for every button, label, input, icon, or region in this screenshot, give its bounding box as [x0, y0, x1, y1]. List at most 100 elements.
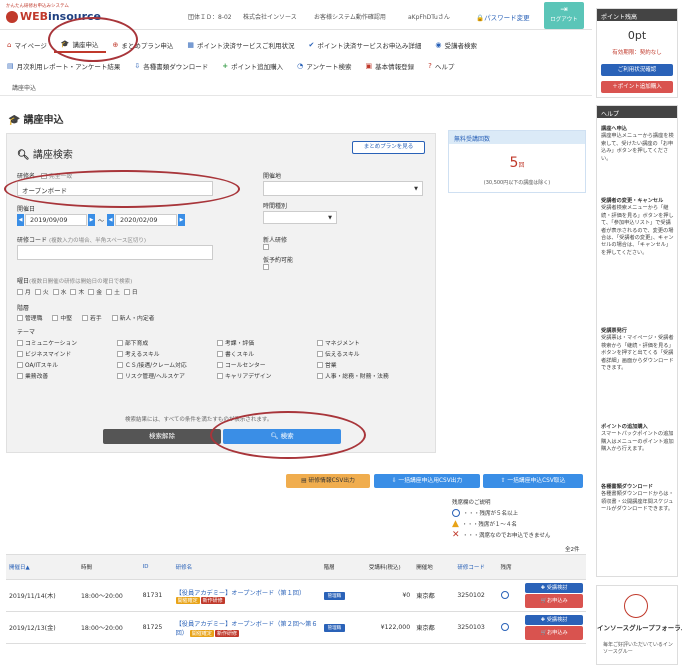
- date-range: ◀ 2019/09/09 ▶ ～ ◀ 2020/02/09 ▶: [17, 214, 186, 226]
- col-venue: 開催地: [413, 554, 455, 580]
- theme-checkbox[interactable]: 書くスキル: [217, 348, 317, 359]
- forum-banner[interactable]: インソースグループフォーラム 毎年ご好評いただいているインソースグルー: [596, 585, 682, 665]
- row-venue[interactable]: 東京都: [413, 579, 455, 612]
- new-training-checkbox[interactable]: [263, 244, 269, 250]
- level-checkbox[interactable]: 新人・内定者: [111, 313, 154, 322]
- time-type-label: 時間種別: [263, 203, 288, 210]
- weekday-checkbox[interactable]: 土: [106, 287, 120, 296]
- weekday-checkbox[interactable]: 火: [34, 287, 49, 296]
- table-icon: ▦: [187, 40, 195, 49]
- nav-attendee-search[interactable]: ◉ 受講者検索: [428, 36, 484, 53]
- venue-select[interactable]: ▼: [263, 181, 423, 196]
- col-code[interactable]: 研修コード: [454, 554, 498, 580]
- nav-basic-info[interactable]: ▣ 基本情報登録: [358, 57, 421, 74]
- theme-checkbox[interactable]: リスク管理/ヘルスケア: [117, 370, 217, 381]
- graduation-cap-icon: 🎓: [8, 115, 21, 126]
- time-type-select[interactable]: ▼: [263, 211, 337, 224]
- course-info-csv-button[interactable]: ▤ 研修情報CSV出力: [286, 474, 370, 488]
- password-change-link[interactable]: 🔒パスワード変更: [476, 12, 530, 22]
- course-name-input[interactable]: オープンボード: [17, 181, 213, 196]
- date-from-input[interactable]: 2019/09/09: [25, 214, 87, 226]
- theme-checkbox[interactable]: コールセンター: [217, 359, 317, 370]
- apply-button[interactable]: 🛒お申込み: [525, 626, 583, 640]
- date-from-prev-button[interactable]: ◀: [17, 214, 24, 226]
- confirmed-badge: 開催確定: [175, 596, 200, 604]
- theme-checkbox[interactable]: ビジネスマインド: [17, 348, 117, 359]
- row-time: 18:00～20:00: [77, 579, 140, 612]
- home-icon: ⌂: [7, 40, 12, 49]
- exact-match-checkbox[interactable]: 完全一致: [41, 171, 72, 180]
- divider: [0, 95, 592, 96]
- theme-checkbox[interactable]: 考えるスキル: [117, 348, 217, 359]
- forum-description: 毎年ご好評いただいているインソースグルー: [603, 642, 673, 655]
- theme-checkbox[interactable]: マネジメント: [317, 337, 417, 348]
- date-to-prev-button[interactable]: ◀: [107, 214, 115, 226]
- weekday-checkbox[interactable]: 水: [52, 287, 66, 296]
- weekday-checkbox[interactable]: 日: [123, 287, 138, 296]
- user-name: aKpFhDTuさん: [408, 14, 450, 21]
- date-from-next-button[interactable]: ▶: [88, 214, 95, 226]
- nav-point-purchase[interactable]: + ポイント追加購入: [215, 57, 290, 74]
- theme-checkbox[interactable]: 業務改善: [17, 370, 117, 381]
- row-id: 81731: [139, 579, 173, 612]
- theme-checkbox[interactable]: OA/ITスキル: [17, 359, 117, 370]
- logo[interactable]: WEBinsource: [20, 10, 101, 23]
- date-to-input[interactable]: 2020/02/09: [115, 214, 178, 226]
- weekday-checkbox[interactable]: 月: [17, 287, 31, 296]
- bulk-apply-csv-export-button[interactable]: ⇩ 一括講座申込用CSV出力: [374, 474, 480, 488]
- row-date: 2019/12/13(金): [6, 611, 78, 644]
- weekday-checkbox[interactable]: 木: [70, 287, 84, 296]
- level-checkbox[interactable]: 若手: [82, 313, 102, 322]
- review-button[interactable]: ✚ 受講検討: [525, 615, 583, 625]
- nav-plan-apply[interactable]: ⊕ まとめプラン申込: [106, 36, 181, 53]
- legend-row-full: ✕ ・・・満席なのでお申込できません: [452, 529, 551, 540]
- nav-document-download[interactable]: ⇩ 各種書類ダウンロード: [127, 57, 215, 74]
- logout-button[interactable]: ⇥ ログアウト: [544, 2, 584, 29]
- date-to-next-button[interactable]: ▶: [178, 214, 186, 226]
- search-result-note: 検索結果には、すべての条件を満たすものが表示されます。: [125, 417, 273, 423]
- usage-status-button[interactable]: ご利用状況確認: [601, 64, 673, 76]
- points-title: ポイント残高: [597, 9, 677, 21]
- theme-checkbox[interactable]: 考課・評価: [217, 337, 317, 348]
- apply-button[interactable]: 🛒お申込み: [525, 594, 583, 608]
- nav-help[interactable]: ? ヘルプ: [421, 57, 461, 74]
- search-button[interactable]: 🔍︎ 検索: [223, 429, 341, 444]
- theme-checkbox[interactable]: キャリアデザイン: [217, 370, 317, 381]
- nav-monthly-report[interactable]: ▤ 月次利用レポート・アンケート結果: [0, 57, 127, 74]
- row-venue[interactable]: 東京都: [413, 611, 455, 644]
- theme-checkbox[interactable]: 伝えるスキル: [317, 348, 417, 359]
- nav-course-apply[interactable]: 🎓 講座申込: [53, 36, 106, 53]
- level-checkbox[interactable]: 管理職: [17, 313, 42, 322]
- bulk-apply-csv-import-button[interactable]: ⇧ 一括講座申込CSV取込: [483, 474, 583, 488]
- level-label: 階層: [17, 305, 30, 312]
- course-name-link[interactable]: 【役員アカデミー】オープンボード（第１回）: [176, 590, 306, 597]
- col-id[interactable]: ID: [139, 554, 173, 580]
- col-actions: [522, 554, 586, 580]
- nav-point-status[interactable]: ▦ ポイント決済サービスご利用状況: [180, 36, 301, 53]
- course-search-panel: 🔍︎ 講座検索 まとめプランを見る 研修名 完全一致 オープンボード 開催地 ▼…: [6, 133, 436, 453]
- free-attendance-count: 5回: [509, 155, 525, 171]
- theme-checkbox[interactable]: 人事・総務・財務・法務: [317, 370, 417, 381]
- col-course-name[interactable]: 研修名: [172, 554, 321, 580]
- row-actions: ✚ 受講検討 🛒お申込み: [522, 579, 586, 612]
- tentative-checkbox[interactable]: [263, 264, 269, 270]
- nav-survey-search[interactable]: ◔ アンケート検索: [290, 57, 358, 74]
- course-code-input[interactable]: [17, 245, 213, 260]
- col-date[interactable]: 開催日▲: [6, 554, 78, 580]
- level-checkbox[interactable]: 中堅: [52, 313, 72, 322]
- nav-point-detail[interactable]: ✔ ポイント決済サービスお申込み詳細: [302, 36, 429, 53]
- point-purchase-button[interactable]: ＋ポイント追加購入: [601, 81, 673, 93]
- nav-mypage[interactable]: ⌂ マイページ: [0, 36, 54, 53]
- download-icon: ⇩: [134, 61, 141, 70]
- main-nav-row1: ⌂ マイページ 🎓 講座申込 ⊕ まとめプラン申込 ▦ ポイント決済サービスご利用状況 …: [0, 36, 592, 53]
- seat-legend-title: 残席欄のご説明: [452, 500, 491, 506]
- weekday-checkbox[interactable]: 金: [88, 287, 102, 296]
- clear-search-button[interactable]: 検索解除: [103, 429, 221, 444]
- theme-checkbox[interactable]: ＣＳ/接遇/クレーム対応: [117, 359, 217, 370]
- view-plan-button[interactable]: まとめプランを見る: [352, 141, 425, 154]
- theme-checkbox[interactable]: コミュニケーション: [17, 337, 117, 348]
- theme-checkbox[interactable]: 営業: [317, 359, 417, 370]
- theme-checkbox[interactable]: 部下育成: [117, 337, 217, 348]
- person-icon: ◉: [435, 40, 442, 49]
- review-button[interactable]: ✚ 受講検討: [525, 583, 583, 593]
